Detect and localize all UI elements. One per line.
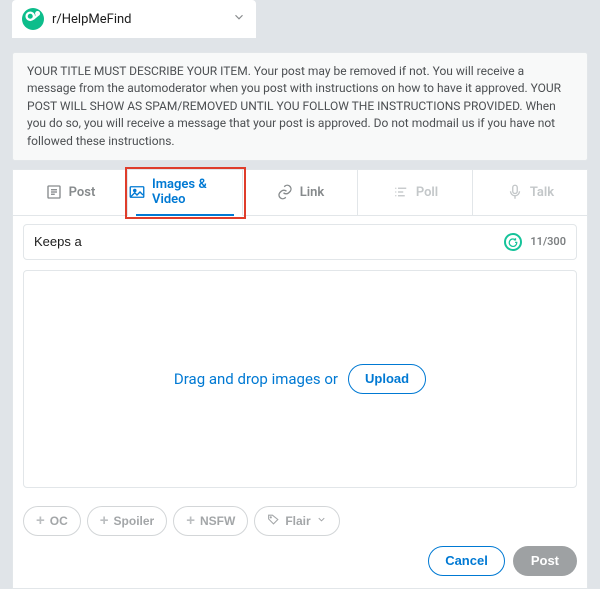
tag-label: Flair	[285, 514, 310, 528]
community-name: r/HelpMeFind	[52, 12, 232, 27]
post-type-tabs: Post Images & Video Link Poll Talk	[12, 169, 588, 216]
community-selector[interactable]: r/HelpMeFind	[12, 0, 256, 38]
image-icon	[128, 183, 146, 201]
tag-label: Spoiler	[114, 514, 155, 528]
tab-poll[interactable]: Poll	[358, 170, 473, 216]
cancel-button[interactable]: Cancel	[428, 546, 505, 576]
plus-icon: +	[36, 513, 45, 528]
tag-oc-button[interactable]: + OC	[23, 506, 81, 536]
poll-icon	[392, 183, 410, 201]
chevron-down-icon	[232, 10, 246, 28]
community-icon	[22, 8, 44, 30]
plus-icon: +	[186, 513, 195, 528]
dropzone-text: Drag and drop images or	[174, 370, 338, 388]
compose-panel: 11/300 Drag and drop images or Upload + …	[12, 216, 588, 589]
tag-label: NSFW	[200, 514, 235, 528]
action-row: Cancel Post	[23, 546, 577, 576]
tab-label: Images & Video	[152, 177, 242, 207]
title-input[interactable]	[34, 234, 496, 249]
tab-post[interactable]: Post	[13, 170, 128, 216]
tag-spoiler-button[interactable]: + Spoiler	[87, 506, 167, 536]
grammarly-icon	[504, 233, 522, 251]
tag-nsfw-button[interactable]: + NSFW	[173, 506, 248, 536]
tags-row: + OC + Spoiler + NSFW Flair	[23, 506, 577, 536]
chevron-down-icon	[316, 514, 327, 528]
tab-label: Poll	[416, 185, 438, 200]
tab-label: Link	[300, 185, 325, 200]
title-counter: 11/300	[530, 235, 566, 248]
microphone-icon	[506, 183, 524, 201]
post-icon	[45, 183, 63, 201]
rules-notice: YOUR TITLE MUST DESCRIBE YOUR ITEM. Your…	[12, 52, 588, 161]
tab-link[interactable]: Link	[243, 170, 358, 216]
tab-images-video[interactable]: Images & Video	[128, 170, 243, 216]
tab-label: Post	[69, 185, 96, 200]
title-field-wrapper: 11/300	[23, 224, 577, 260]
tag-label: OC	[50, 514, 68, 528]
tag-icon	[267, 513, 280, 529]
post-button[interactable]: Post	[513, 546, 577, 576]
tab-label: Talk	[530, 185, 554, 200]
upload-dropzone[interactable]: Drag and drop images or Upload	[23, 270, 577, 488]
upload-button[interactable]: Upload	[348, 364, 426, 394]
tab-talk[interactable]: Talk	[473, 170, 587, 216]
tag-flair-button[interactable]: Flair	[254, 506, 339, 536]
plus-icon: +	[100, 513, 109, 528]
link-icon	[276, 183, 294, 201]
